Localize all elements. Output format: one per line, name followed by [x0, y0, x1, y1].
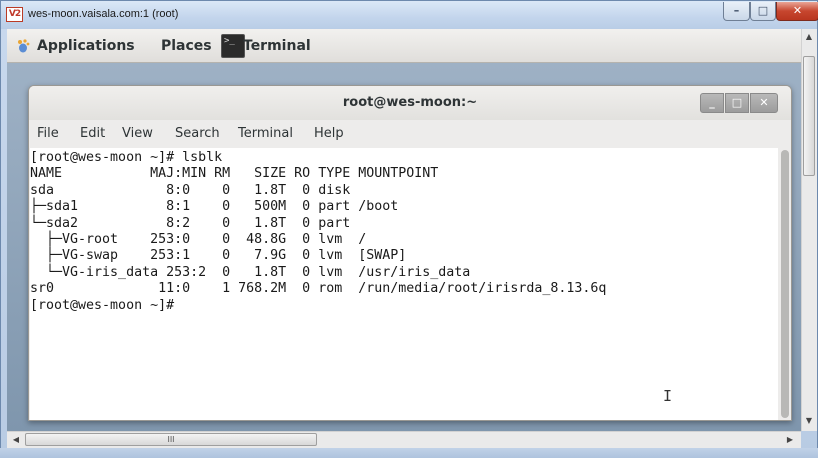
terminal-line: sda 8:0 0 1.8T 0 disk — [30, 182, 351, 198]
outer-titlebar[interactable]: V2 wes-moon.vaisala.com:1 (root) – □ ✕ — [1, 1, 818, 29]
vnc-app-icon: V2 — [6, 7, 23, 22]
terminal-line: sr0 11:0 1 768.2M 0 rom /run/media/root/… — [30, 281, 607, 297]
applications-footprint-icon — [18, 39, 30, 53]
terminal-line: ├─VG-root 253:0 0 48.8G 0 lvm / — [30, 231, 367, 247]
terminal-line: ├─sda1 8:1 0 500M 0 part /boot — [30, 199, 399, 215]
menu-search[interactable]: Search — [175, 120, 220, 148]
terminal-window: root@wes-moon:~ _ □ ✕ File Edit View Sea… — [28, 85, 792, 421]
terminal-output[interactable]: [root@wes-moon ~]# lsblk NAME MAJ:MIN RM… — [30, 148, 778, 420]
outer-window-title: wes-moon.vaisala.com:1 (root) — [28, 8, 179, 20]
terminal-menubar: File Edit View Search Terminal Help — [29, 120, 791, 148]
text-cursor-ibeam-icon: I — [663, 387, 673, 405]
panel-applications-menu[interactable]: Applications — [37, 29, 135, 63]
scroll-right-arrow-icon[interactable]: ▶ — [783, 434, 797, 446]
terminal-launcher-icon[interactable]: >_ — [221, 34, 245, 58]
terminal-window-title: root@wes-moon:~ — [342, 95, 478, 110]
terminal-line: └─sda2 8:2 0 1.8T 0 part — [30, 215, 351, 231]
outer-maximize-button[interactable]: □ — [750, 2, 776, 21]
terminal-line: NAME MAJ:MIN RM SIZE RO TYPE MOUNTPOINT — [30, 166, 439, 182]
outer-vertical-scrollbar-thumb[interactable] — [803, 56, 815, 176]
scroll-down-arrow-icon[interactable]: ▼ — [802, 415, 816, 427]
menu-help[interactable]: Help — [314, 120, 344, 148]
menu-file[interactable]: File — [37, 120, 59, 148]
outer-window-bottom-border — [0, 448, 818, 458]
outer-minimize-button[interactable]: – — [723, 2, 750, 21]
terminal-line: └─VG-iris_data 253:2 0 1.8T 0 lvm /usr/i… — [30, 264, 471, 280]
terminal-scrollbar[interactable] — [779, 148, 791, 420]
scroll-up-arrow-icon[interactable]: ▲ — [802, 31, 816, 43]
terminal-line: [root@wes-moon ~]# lsblk — [30, 150, 223, 165]
gnome-top-panel: Applications Places >_ Terminal — [7, 29, 801, 63]
panel-terminal-label[interactable]: Terminal — [243, 29, 311, 63]
terminal-scrollbar-thumb[interactable] — [781, 150, 789, 418]
terminal-titlebar[interactable]: root@wes-moon:~ _ □ ✕ — [29, 86, 791, 120]
menu-view[interactable]: View — [122, 120, 153, 148]
terminal-close-button[interactable]: ✕ — [750, 93, 778, 113]
panel-places-menu[interactable]: Places — [161, 29, 212, 63]
outer-close-button[interactable]: ✕ — [776, 2, 818, 21]
terminal-maximize-button[interactable]: □ — [725, 93, 749, 113]
menu-edit[interactable]: Edit — [80, 120, 105, 148]
terminal-prompt-line: [root@wes-moon ~]# — [30, 297, 175, 313]
menu-terminal[interactable]: Terminal — [238, 120, 293, 148]
outer-horizontal-scrollbar-thumb[interactable]: III — [25, 433, 317, 446]
terminal-minimize-button[interactable]: _ — [700, 93, 724, 113]
scroll-left-arrow-icon[interactable]: ◀ — [9, 434, 23, 446]
terminal-line: ├─VG-swap 253:1 0 7.9G 0 lvm [SWAP] — [30, 248, 407, 264]
